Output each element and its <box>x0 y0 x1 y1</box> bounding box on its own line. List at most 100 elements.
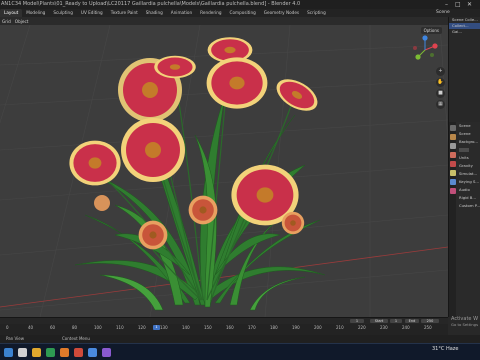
background-label: Backgro... <box>459 139 478 144</box>
browser-icon[interactable] <box>46 348 55 357</box>
flower-head <box>206 57 268 109</box>
minimize-icon[interactable]: – <box>445 0 448 9</box>
blender-icon[interactable] <box>60 348 69 357</box>
menu-object-mode[interactable]: Object <box>13 19 31 24</box>
start-icon[interactable] <box>4 348 13 357</box>
status-bar: Pan View Context Menu <box>0 335 480 343</box>
timeline-tick-label: 160 <box>226 325 234 330</box>
flower-head <box>138 220 168 250</box>
chrome-icon[interactable] <box>74 348 83 357</box>
weather-widget[interactable]: 31°C Haze <box>432 346 458 352</box>
workspace-tab-rendering[interactable]: Rendering <box>196 9 225 17</box>
navigation-gizmo[interactable] <box>410 35 440 65</box>
zoom-icon[interactable]: + <box>436 67 445 76</box>
flower-head <box>188 195 218 225</box>
workspace-tabs: Layout Modeling Sculpting UV Editing Texture… <box>0 9 430 17</box>
x-axis-handle[interactable] <box>432 43 438 49</box>
outliner-panel: Scene Colle... Collect... Gai... <box>448 17 480 122</box>
units-section[interactable]: Units <box>456 154 480 162</box>
close-icon[interactable]: ✕ <box>467 0 472 9</box>
timeline-controls: 1 Start 1 End 250 <box>0 318 448 324</box>
grid-icon[interactable]: ▦ <box>436 100 445 109</box>
start-label: Start <box>370 319 388 323</box>
explorer-icon[interactable] <box>88 348 97 357</box>
spacer <box>456 146 480 154</box>
3d-viewport[interactable]: Options + ✋ ■ ▦ <box>0 25 448 317</box>
timeline-tick-label: 100 <box>94 325 102 330</box>
watermark-line2: Go to Settings <box>451 322 479 327</box>
workspace-tab-sculpting[interactable]: Sculpting <box>49 9 77 17</box>
workspace-tab-layout[interactable]: Layout <box>0 9 23 17</box>
workspace-tab-texture-paint[interactable]: Texture Paint <box>107 9 142 17</box>
os-taskbar: 31°C Haze <box>0 343 480 360</box>
z-axis-handle[interactable] <box>422 35 428 41</box>
flower-head <box>276 79 318 111</box>
timeline-tick-label: 0 <box>6 325 9 330</box>
viewport-header: Grid Object <box>0 17 448 25</box>
scene-section[interactable]: Scene <box>456 130 480 138</box>
playhead[interactable]: 1 <box>153 325 160 330</box>
keying-sets-section[interactable]: Keying S... <box>456 178 480 186</box>
timeline-tick-label: 180 <box>270 325 278 330</box>
timeline-tick-label: 40 <box>28 325 34 330</box>
timeline-tick-label: 170 <box>248 325 256 330</box>
workspace-tab-geometry-nodes[interactable]: Geometry Nodes <box>260 9 303 17</box>
search-icon[interactable] <box>18 348 27 357</box>
window-titlebar: AN1C34 Model\Plants\01_Ready to Upload\L… <box>0 0 480 9</box>
end-frame-field[interactable]: 250 <box>421 319 439 323</box>
timeline-tick-label: 150 <box>204 325 212 330</box>
gravity-section[interactable]: Gravity <box>456 162 480 170</box>
custom-properties-section[interactable]: Custom P... <box>456 202 480 210</box>
workspace-tab-shading[interactable]: Shading <box>142 9 167 17</box>
flower-head <box>281 211 305 235</box>
hand-icon[interactable]: ✋ <box>436 78 445 87</box>
activation-watermark: Activate W Go to Settings <box>451 316 478 327</box>
rigid-body-section[interactable]: Rigid B... <box>456 194 480 202</box>
timeline-tick-label: 110 <box>116 325 124 330</box>
status-pan-view: Pan View <box>6 336 24 341</box>
end-label: End <box>405 319 419 323</box>
maximize-icon[interactable]: □ <box>455 0 461 9</box>
timeline-tick-label: 240 <box>402 325 410 330</box>
field-swatch[interactable] <box>459 148 469 152</box>
workspace-tab-animation[interactable]: Animation <box>167 9 196 17</box>
window-title: AN1C34 Model\Plants\01_Ready to Upload\L… <box>1 1 301 7</box>
files-icon[interactable] <box>32 348 41 357</box>
timeline-tick-label: 130 <box>160 325 168 330</box>
properties-panel: Scene Scene Backgro... Units Gravity Sim… <box>456 122 480 317</box>
menu-grid[interactable]: Grid <box>0 19 13 24</box>
gaillardia-plant-model <box>69 37 326 311</box>
background-field[interactable]: Backgro... <box>456 138 480 146</box>
workspace-tab-uv-editing[interactable]: UV Editing <box>77 9 107 17</box>
properties-header: Scene <box>459 123 471 128</box>
status-context-menu: Context Menu <box>62 336 90 341</box>
timeline-tick-label: 220 <box>358 325 366 330</box>
properties-tab-bar <box>448 122 456 317</box>
media-icon[interactable] <box>102 348 111 357</box>
camera-icon[interactable]: ■ <box>436 89 445 98</box>
timeline-tick-label: 250 <box>424 325 432 330</box>
start-frame-field[interactable]: 1 <box>390 319 402 323</box>
workspace-tab-modeling[interactable]: Modeling <box>22 9 49 17</box>
simulation-section[interactable]: Simulat... <box>456 170 480 178</box>
flower-head <box>154 55 196 79</box>
timeline-tick-label: 200 <box>314 325 322 330</box>
scene-label: Scene <box>436 10 450 15</box>
timeline-editor[interactable]: 1 Start 1 End 250 1 0 40 60 80 100 110 120 130 1… <box>0 317 448 335</box>
current-frame-field[interactable]: 1 <box>350 319 364 323</box>
flower-head <box>121 118 185 182</box>
scene-selector[interactable]: Scene <box>430 9 480 17</box>
timeline-tick-label: 230 <box>380 325 388 330</box>
timeline-tick-label: 120 <box>138 325 146 330</box>
outliner-row[interactable]: Gai... <box>449 29 480 35</box>
options-dropdown[interactable]: Options <box>420 27 442 34</box>
workspace-tab-scripting[interactable]: Scripting <box>303 9 330 17</box>
timeline-tick-label: 190 <box>292 325 300 330</box>
flower-head <box>69 140 121 186</box>
timeline-tick-label: 140 <box>182 325 190 330</box>
timeline-tick-label: 80 <box>72 325 78 330</box>
y-axis-handle[interactable] <box>415 54 421 60</box>
audio-section[interactable]: Audio <box>456 186 480 194</box>
timeline-tick-label: 210 <box>336 325 344 330</box>
workspace-tab-compositing[interactable]: Compositing <box>226 9 260 17</box>
